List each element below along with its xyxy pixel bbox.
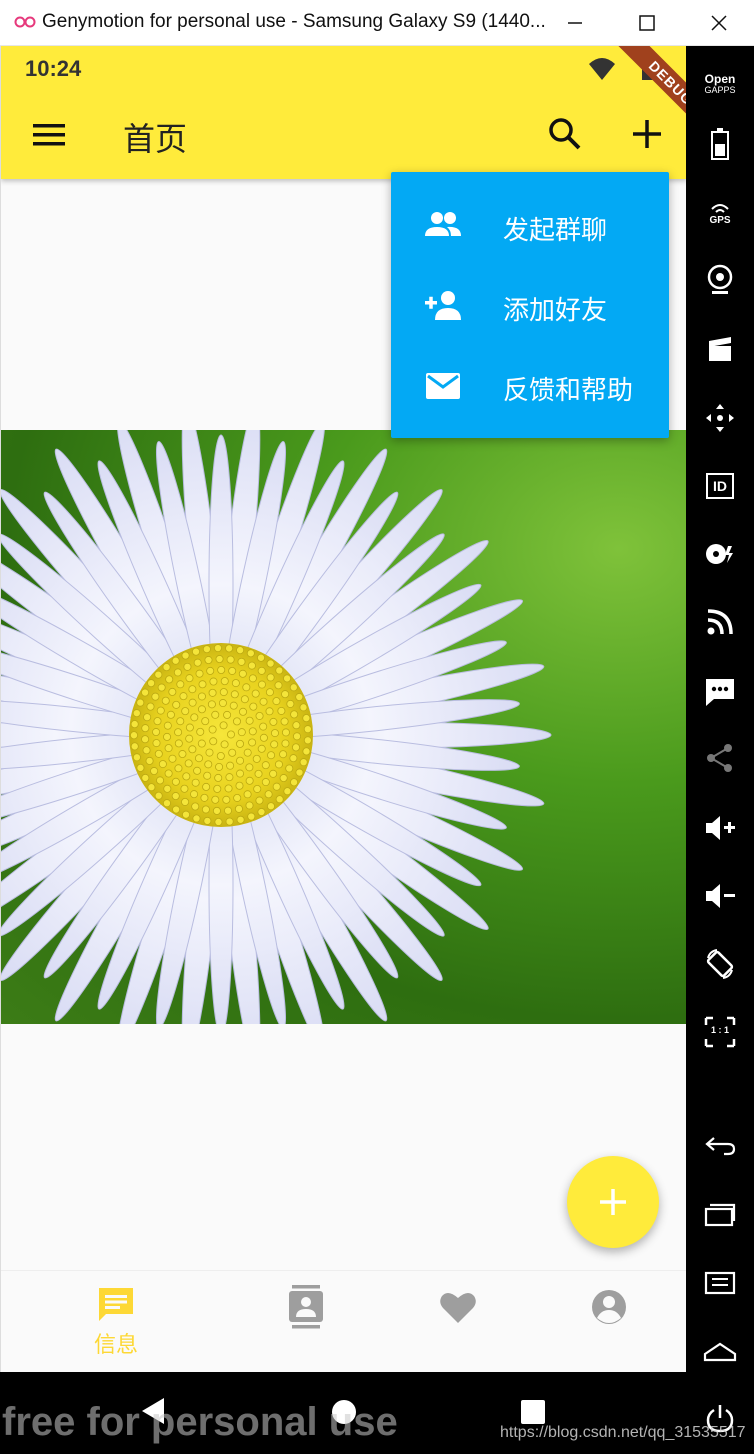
open-gapps-sublabel: GAPPS [704,85,736,95]
minimize-button[interactable] [540,0,610,46]
person-add-icon [425,291,461,320]
webcam-button[interactable] [700,260,740,300]
pixel-perfect-button[interactable]: 1 : 1 [700,1012,740,1052]
genymotion-logo [14,16,36,28]
dpad-icon [706,404,734,432]
window-titlebar: Genymotion for personal use - Samsung Ga… [0,0,754,46]
contacts-icon [289,1285,323,1329]
daisy-image [1,430,552,1024]
nav-item-label: 信息 [93,1332,138,1357]
disk-icon [706,544,733,564]
mail-icon [426,373,460,399]
menu-button-device[interactable] [700,1262,740,1302]
back-arrow-icon [705,1137,736,1156]
add-icon [633,120,661,148]
nav-item-profile[interactable] [569,1285,649,1365]
rotate-icon [706,949,734,979]
recent-apps-icon [704,1203,736,1227]
phone-screen: 10:24 DEBUG 首页 发起群聊 添加好友 反馈和帮助 信息 [0,46,686,1372]
group-icon [425,212,461,236]
gps-signal-icon [711,203,729,213]
add-icon [600,1189,626,1215]
rotate-button[interactable] [700,944,740,984]
open-gapps-label: Open [704,72,736,86]
menu-icon [33,124,65,146]
screencast-button[interactable] [700,330,740,370]
volume-down-icon [706,884,735,908]
heart-icon [440,1292,476,1323]
battery-button[interactable] [700,124,740,164]
page-title: 首页 [123,121,188,157]
chat-icon [99,1288,133,1321]
minimize-icon [568,22,582,24]
menu-item-feedback[interactable]: 反馈和帮助 [391,346,669,426]
device-id-button[interactable]: ID [700,466,740,506]
popup-menu: 发起群聊 添加好友 反馈和帮助 [391,172,669,438]
scale-icon: 1 : 1 [704,1016,736,1048]
daisy-photo [1,430,686,1024]
share-icon [707,744,732,772]
scale-label: 1 : 1 [710,1025,729,1035]
nav-item-messages[interactable]: 信息 [76,1285,156,1365]
search-button[interactable] [545,114,585,154]
add-fab[interactable] [567,1156,659,1248]
close-button[interactable] [684,0,754,46]
add-button[interactable] [627,114,667,154]
close-icon [711,15,727,31]
id-icon: ID [706,473,734,499]
menu-item-add-friend[interactable]: 添加好友 [391,266,669,346]
app-bar: 10:24 DEBUG 首页 [1,46,686,179]
watermark-text: free for personal use [2,1400,398,1444]
bottom-navigation: 信息 [1,1270,686,1372]
genymotion-sidebar: Open GAPPS GPS ID 1: 1 [686,46,754,1454]
menu-item-label: 发起群聊 [503,215,608,245]
volume-up-icon [706,816,735,840]
rss-icon [707,609,733,635]
menu-item-group-chat[interactable]: 发起群聊 [391,186,669,266]
sms-icon [706,679,734,706]
sms-button[interactable] [700,672,740,712]
search-icon [549,118,581,150]
volume-down-button[interactable] [700,876,740,916]
menu-item-label: 反馈和帮助 [503,375,634,405]
network-button[interactable] [700,602,740,642]
id-label: ID [713,478,727,494]
dpad-button[interactable] [700,398,740,438]
webcam-icon [707,264,733,294]
gps-button[interactable]: GPS [700,194,740,234]
home-icon [703,1342,737,1362]
menu-item-label: 添加好友 [503,295,608,325]
battery-icon [711,128,729,160]
gps-label: GPS [709,214,731,226]
home-button-device[interactable] [700,1332,740,1372]
maximize-icon [639,15,655,31]
disk-button[interactable] [700,534,740,574]
device-menu-icon [704,1271,736,1295]
clapperboard-icon [709,337,731,361]
share-button[interactable] [700,738,740,778]
maximize-button[interactable] [612,0,682,46]
overview-square-icon[interactable] [520,1399,546,1425]
window-title: Genymotion for personal use - Samsung Ga… [42,11,546,32]
account-icon [592,1290,626,1324]
status-time: 10:24 [25,56,82,81]
url-watermark: https://blog.csdn.net/qq_31535517 [500,1424,746,1441]
volume-up-button[interactable] [700,808,740,848]
menu-button[interactable] [29,116,69,156]
back-button[interactable] [700,1126,740,1166]
nav-item-favorites[interactable] [418,1285,498,1365]
recent-apps-button[interactable] [700,1194,740,1234]
open-gapps-button[interactable]: Open GAPPS [700,64,740,104]
nav-item-contacts[interactable] [266,1285,346,1365]
